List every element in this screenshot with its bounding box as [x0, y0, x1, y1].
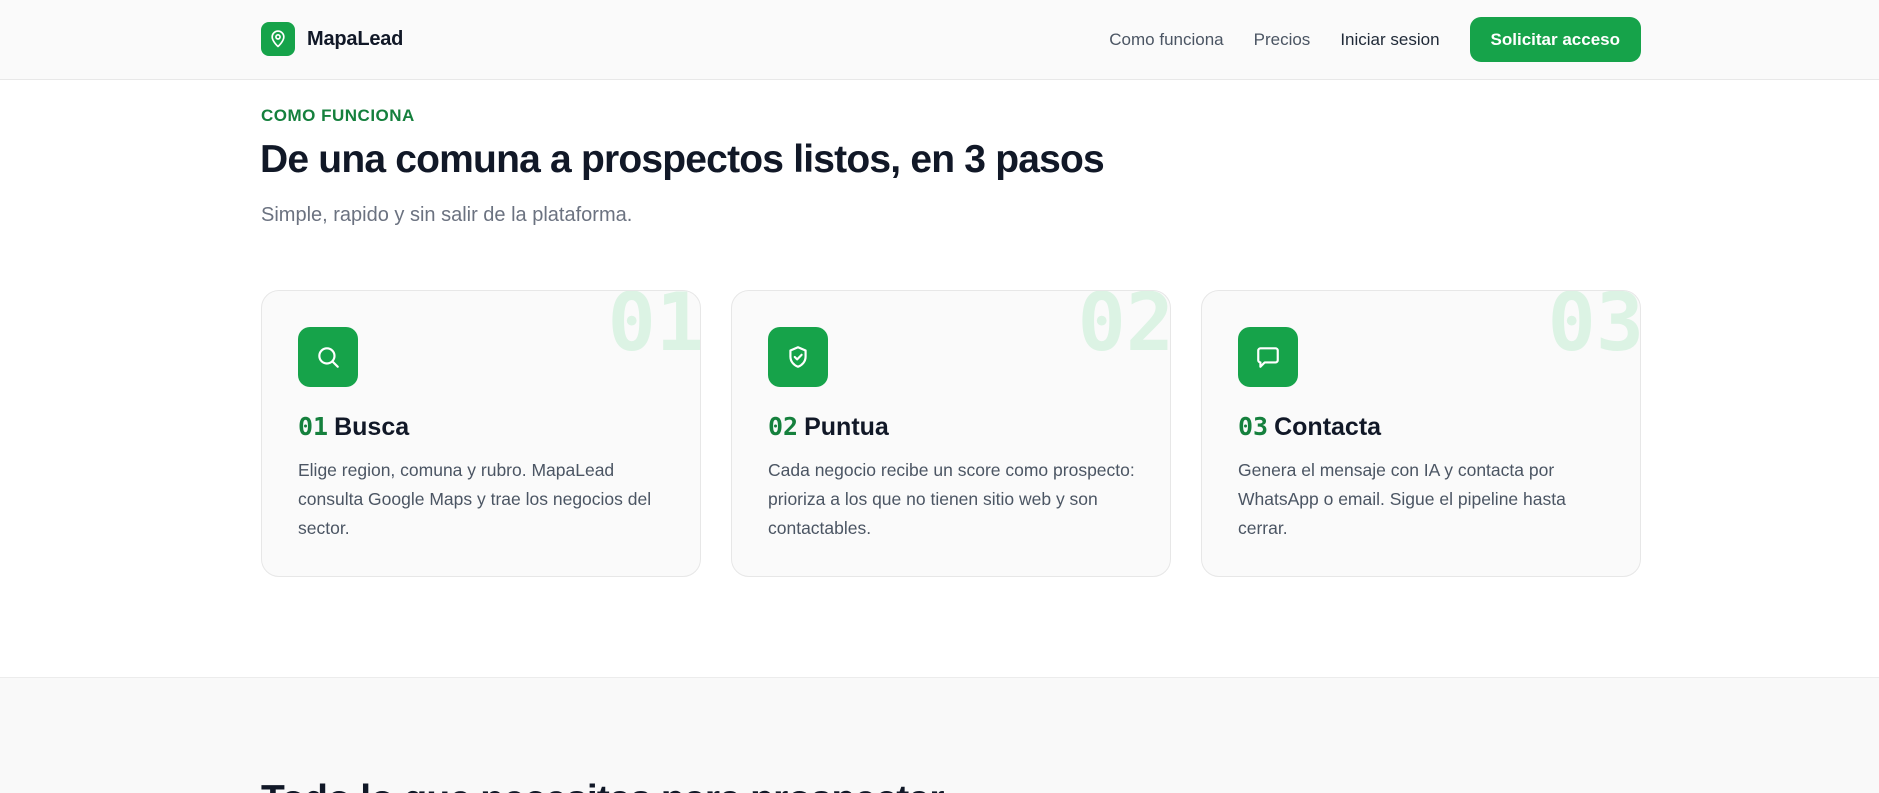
map-pin-icon — [261, 22, 295, 56]
step-title: 02 Puntua — [768, 412, 889, 442]
section-title: De una comuna a prospectos listos, en 3 … — [260, 138, 1105, 181]
step-title-text: Puntua — [804, 413, 889, 441]
nav-links: Como funciona Precios Iniciar sesion Sol… — [1109, 17, 1641, 62]
login-link[interactable]: Iniciar sesion — [1340, 30, 1439, 50]
nav-link-precios[interactable]: Precios — [1254, 30, 1311, 50]
request-access-button[interactable]: Solicitar acceso — [1469, 17, 1641, 62]
step-number-watermark: 02 — [1077, 290, 1171, 369]
features-section: Todo lo que necesitas para prospectar — [0, 677, 1879, 793]
step-description: Elige region, comuna y rubro. MapaLead c… — [298, 460, 652, 538]
brand-name: MapaLead — [307, 27, 404, 50]
step-description: Cada negocio recibe un score como prospe… — [768, 460, 1135, 538]
step-title-text: Contacta — [1274, 413, 1382, 441]
search-icon — [298, 327, 358, 387]
section-eyebrow: COMO FUNCIONA — [261, 106, 415, 125]
step-card-puntua: 02 02 Puntua Cada negocio recibe un score… — [731, 290, 1171, 577]
shield-check-icon — [768, 327, 828, 387]
brand[interactable]: MapaLead — [261, 22, 403, 56]
step-title: 01 Busca — [298, 412, 409, 442]
step-card-contacta: 03 03 Contacta Genera el mensaje con IA y… — [1201, 290, 1641, 577]
chat-icon — [1238, 327, 1298, 387]
step-number: 02 — [768, 412, 799, 441]
top-nav: MapaLead Como funciona Precios Iniciar s… — [0, 0, 1879, 80]
nav-link-como-funciona[interactable]: Como funciona — [1109, 30, 1223, 50]
step-card-busca: 01 01 Busca Elige region, comuna y rubro.… — [261, 290, 701, 577]
section-subtitle: Simple, rapido y sin salir de la platafo… — [261, 204, 633, 226]
step-number-watermark: 03 — [1547, 290, 1641, 369]
step-number-watermark: 01 — [607, 290, 701, 369]
features-heading: Todo lo que necesitas para prospectar — [261, 778, 945, 793]
step-number: 01 — [298, 412, 329, 441]
step-description: Genera el mensaje con IA y contacta por … — [1238, 460, 1566, 538]
step-title: 03 Contacta — [1238, 412, 1381, 442]
step-title-text: Busca — [334, 413, 410, 441]
step-number: 03 — [1238, 412, 1269, 441]
